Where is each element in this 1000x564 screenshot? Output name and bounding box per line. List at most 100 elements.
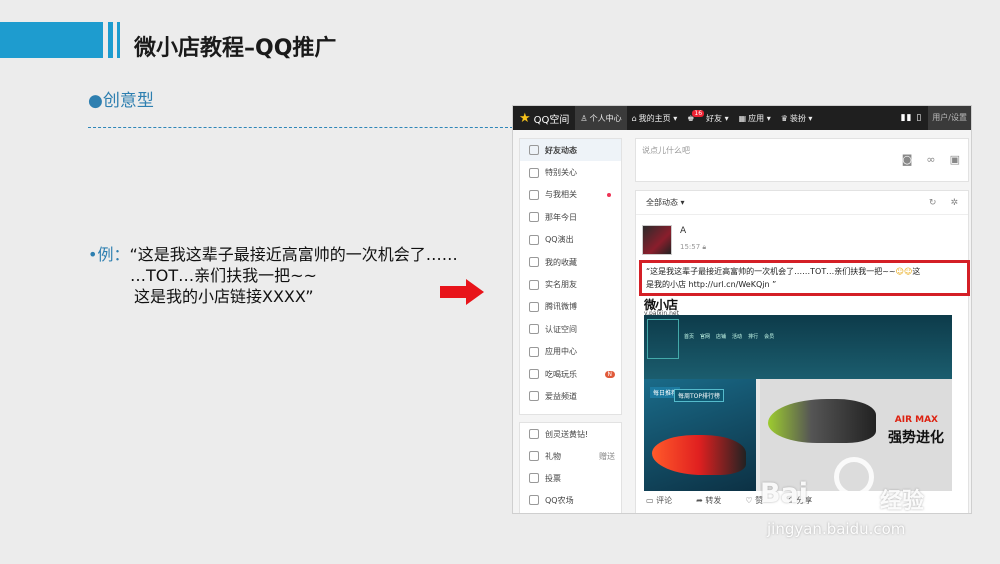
title-accent-bar: [0, 22, 103, 58]
emoji-icon: ☺☺: [895, 267, 913, 276]
sidebar-item-label: 腾讯微博: [545, 302, 577, 312]
notification-dot: [607, 192, 611, 197]
example-line-2: …TOT…亲们扶我一把~~: [130, 266, 317, 285]
sidebar-item-yellow-diamond[interactable]: 创灵送黄钻!: [520, 423, 621, 445]
sidebar-item-verified-space[interactable]: 认证空间: [520, 318, 621, 340]
forward-button[interactable]: ➦ 转发: [696, 495, 721, 506]
compose-placeholder: 说点儿什么吧: [642, 146, 690, 155]
sidebar-item-label: 创灵送黄钻!: [545, 429, 589, 439]
sidebar-item-charity[interactable]: 爱益频道: [520, 385, 621, 407]
refresh-icon[interactable]: ↻: [929, 198, 937, 208]
slide-title: 微小店教程–QQ推广: [134, 36, 337, 61]
slide-subtitle: ●创意型: [88, 91, 154, 111]
comment-icon: ▭: [646, 496, 654, 505]
banner-header: 首页 官网 店铺 活动 排行 会员: [644, 315, 952, 379]
sidebar-item-qq-farm[interactable]: QQ农场: [520, 489, 621, 511]
sidebar-item-label: 吃喝玩乐: [545, 369, 577, 379]
sidebar-item-label: QQ演出: [545, 235, 574, 245]
qzone-logo-text: QQ空间: [533, 114, 570, 126]
sidebar-item-favorites[interactable]: 我的收藏: [520, 251, 621, 273]
weibo-icon: [529, 301, 539, 312]
sidebar-item-on-this-day[interactable]: 那年今日: [520, 206, 621, 228]
post-text-line-1: “这是我这辈子最接近高富帅的一次机会了……TOT…亲们扶我一把~~☺☺这: [646, 265, 963, 278]
comment-button[interactable]: ▭ 评论: [646, 495, 672, 506]
sidebar-item-label: QQ农场: [545, 495, 574, 505]
banner-menu: 首页 官网 店铺 活动 排行 会员: [684, 333, 774, 340]
sneaker-image: [652, 435, 746, 475]
sidebar-item-app-center[interactable]: 应用中心: [520, 341, 621, 363]
avatar[interactable]: [642, 225, 672, 255]
at-icon: [529, 189, 539, 200]
sidebar-item-label: 特别关心: [545, 168, 577, 178]
paw-icon: [834, 457, 874, 497]
sidebar-item-gift[interactable]: 礼物 赠送: [520, 445, 621, 467]
example-line-3: 这是我的小店链接XXXX”: [134, 287, 314, 306]
sidebar-item-label: 与我相关: [545, 190, 577, 200]
status-compose-box[interactable]: 说点儿什么吧 ◙ ∞ ▣: [635, 138, 969, 182]
star-icon: ★: [519, 110, 531, 126]
star-outline-icon: [529, 257, 539, 268]
lock-icon: 🔒︎: [702, 243, 707, 251]
qzone-sidebar-extras: 创灵送黄钻! 礼物 赠送 投票 QQ农场: [519, 422, 622, 513]
banner-menu-item: 首页: [684, 334, 695, 340]
sidebar-item-weibo[interactable]: 腾讯微博: [520, 296, 621, 318]
app-icon[interactable]: ▣: [950, 153, 960, 166]
gear-icon[interactable]: ✲: [950, 198, 958, 208]
vote-icon: [529, 473, 539, 483]
banner-promo-left: 每日推荐 每周TOP排行榜: [644, 379, 756, 491]
sidebar-item-vote[interactable]: 投票: [520, 467, 621, 489]
sidebar-item-label: 我的收藏: [545, 257, 577, 267]
nav-my-home[interactable]: ⌂ 我的主页 ▾: [627, 106, 683, 130]
nav-personal-center[interactable]: ♙ 个人中心: [575, 106, 627, 130]
link-icon[interactable]: ∞: [926, 153, 935, 166]
banner-menu-item: 排行: [748, 334, 759, 340]
feed-header-tools: ↻ ✲: [929, 198, 958, 208]
slogan-text: 强势进化: [888, 430, 944, 446]
send-gift-link[interactable]: 赠送: [599, 451, 615, 462]
qzone-screenshot: ★ QQ空间 ♙ 个人中心 ⌂ 我的主页 ▾ ♚ 16 好友 ▾ ▦ 应用 ▾ …: [512, 105, 972, 514]
sidebar-item-label: 投票: [545, 473, 561, 483]
sidebar-item-label: 那年今日: [545, 212, 577, 222]
example-line-1: •例：“这是我这辈子最接近高富帅的一次机会了……: [88, 244, 458, 265]
sidebar-item-real-name-friends[interactable]: 实名朋友: [520, 273, 621, 295]
forward-icon: ➦: [696, 496, 703, 505]
sidebar-item-label: 实名朋友: [545, 280, 577, 290]
comment-label: 评论: [656, 496, 673, 505]
friends-icon: [529, 145, 539, 156]
sidebar-item-qq-show[interactable]: QQ演出: [520, 229, 621, 251]
farm-icon: [529, 495, 539, 505]
feed-filter-dropdown[interactable]: 全部动态 ▾: [646, 197, 685, 208]
sidebar-item-friend-feed[interactable]: 好友动态: [520, 139, 621, 162]
gift-icon: [529, 451, 539, 461]
post-time-text: 15:57: [680, 243, 701, 251]
title-accent-stripe: [108, 22, 113, 58]
feed-panel: 全部动态 ▾ ↻ ✲ A 15:57 🔒︎ “这是我这辈子最接近高富帅的一次机会…: [635, 190, 970, 513]
right-arrow-icon: [440, 279, 484, 305]
shirt-icon: ♛: [780, 113, 788, 123]
pause-icon[interactable]: ▮▮ ▯: [895, 113, 929, 123]
topbar-right: ▮▮ ▯ 用户/设置: [895, 106, 971, 130]
grid-icon: ▦: [738, 113, 747, 123]
post-text-line-2: 是我的小店 http://url.cn/WeKQjn ”: [646, 280, 777, 289]
nav-label: 好友 ▾: [706, 113, 729, 123]
thumb-icon: ♡: [745, 496, 753, 505]
post-author[interactable]: A: [680, 226, 686, 236]
sidebar-item-food-fun[interactable]: 吃喝玩乐 N: [520, 363, 621, 385]
user-panel[interactable]: 用户/设置: [928, 106, 971, 130]
shop-banner-image[interactable]: 首页 官网 店铺 活动 排行 会员 每日推荐 每周TOP排行榜 AIR MAX …: [644, 315, 952, 491]
nav-decorate[interactable]: ♛ 装扮 ▾: [776, 106, 818, 130]
sidebar-item-special-care[interactable]: 特别关心: [520, 161, 621, 183]
sidebar-item-label: 礼物: [545, 451, 561, 461]
verified-icon: [529, 324, 539, 335]
qzone-logo[interactable]: ★ QQ空间: [513, 111, 575, 126]
nav-apps[interactable]: ▦ 应用 ▾: [734, 106, 776, 130]
post-text-highlight: “这是我这辈子最接近高富帅的一次机会了……TOT…亲们扶我一把~~☺☺这 是我的…: [639, 260, 970, 296]
sidebar-item-label: 应用中心: [545, 347, 577, 357]
sneaker-image: [768, 399, 876, 443]
example-text-block: •例：“这是我这辈子最接近高富帅的一次机会了…… …TOT…亲们扶我一把~~ 这…: [88, 244, 458, 307]
sidebar-item-related[interactable]: 与我相关: [520, 184, 621, 206]
example-quote-1: “这是我这辈子最接近高富帅的一次机会了……: [129, 245, 458, 264]
camera-icon[interactable]: ◙: [902, 153, 913, 166]
nav-friends[interactable]: ♚ 16 好友 ▾: [682, 106, 733, 130]
banner-menu-item: 官网: [700, 334, 711, 340]
